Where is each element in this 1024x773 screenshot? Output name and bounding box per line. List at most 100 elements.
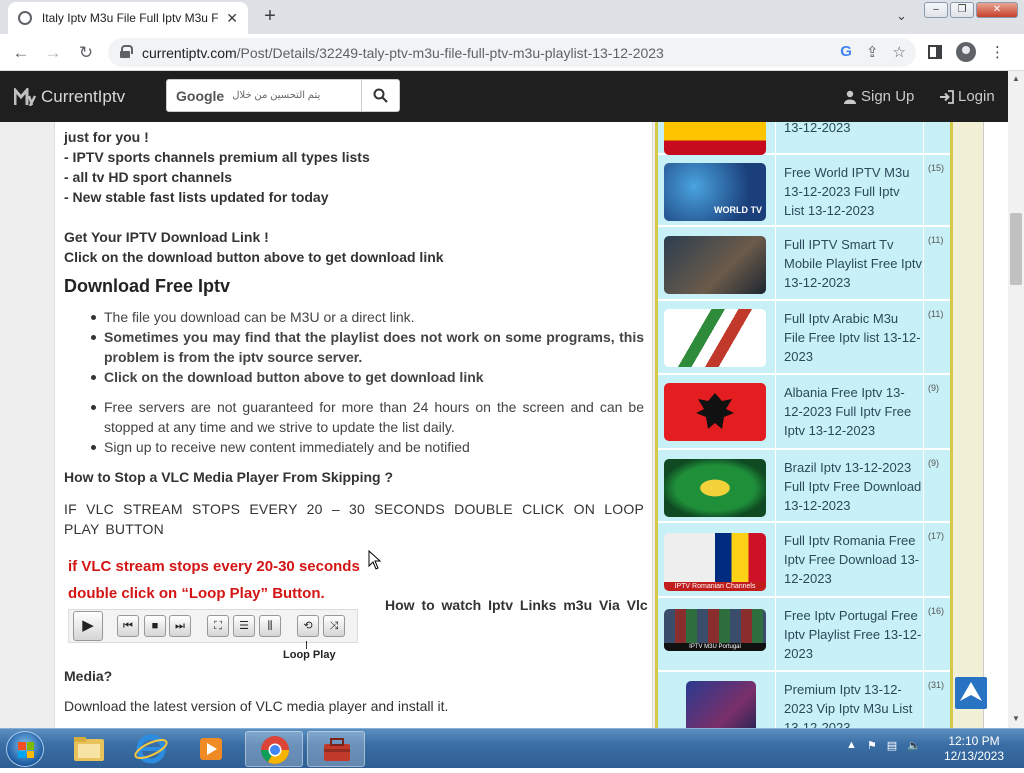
sidebar-item[interactable]: Premium Iptv 13-12-2023 Vip Iptv M3u Lis… [658,674,950,728]
new-tab-button[interactable]: + [258,5,282,28]
signup-link[interactable]: Sign Up [843,88,914,105]
url-path: /Post/Details/32249-taly-ptv-m3u-file-fu… [236,45,664,61]
search-input[interactable]: Google يتم التحسين من خلال [166,79,362,112]
mouse-cursor-icon [368,550,382,570]
scrollbar-thumb[interactable] [1010,213,1022,285]
show-hidden-icons-icon[interactable]: ▲ [846,739,857,752]
browser-toolbar: ← → ↻ currentiptv.com/Post/Details/32249… [0,34,1024,71]
premium-tv-thumbnail[interactable] [686,681,756,728]
site-header: CurrentIptv Google يتم التحسين من خلال S… [0,71,1008,122]
file-explorer-button[interactable] [60,731,118,767]
list-item: Sign up to receive new content immediate… [91,437,644,457]
side-panel-icon[interactable] [928,45,942,59]
sidebar-item-title[interactable]: 13-12-2023 [784,122,922,137]
sidebar-item-title[interactable]: Premium Iptv 13-12-2023 Vip Iptv M3u Lis… [784,680,922,728]
address-bar[interactable]: currentiptv.com/Post/Details/32249-taly-… [108,38,916,67]
folder-icon [74,737,104,761]
clock-date: 12/13/2023 [943,749,1005,763]
previous-icon: ⏮ [117,615,139,637]
toolbox-app-button[interactable] [307,731,365,767]
system-tray: ▲ ⚑ ▤ 🔈 [846,739,921,752]
sidebar-item[interactable]: WORLD TV Free World IPTV M3u 13-12-2023 … [658,157,950,227]
tab-close-icon[interactable]: ✕ [226,10,238,27]
sidebar-item[interactable]: IPTV Romanian Channels Full Iptv Romania… [658,525,950,598]
omnibox-actions: G ⇪ ☆ [840,43,906,61]
taskbar: ▲ ⚑ ▤ 🔈 12:10 PM 12/13/2023 [0,728,1024,768]
spain-thumbnail[interactable] [664,122,766,155]
reload-icon[interactable]: ↻ [74,41,98,65]
clock-time: 12:10 PM [948,734,1000,748]
share-icon[interactable]: ⇪ [866,43,879,61]
playlist-icon: ☰ [233,615,255,637]
search-button[interactable] [362,79,400,112]
brazil-thumbnail[interactable] [664,459,766,517]
action-center-icon[interactable]: ⚑ [867,739,877,752]
bookmark-star-icon[interactable]: ☆ [893,43,906,61]
menu-kebab-icon[interactable]: ⋮ [990,43,1005,61]
logo-icon [14,88,37,106]
sidebar-item[interactable]: 13-12-2023 [658,122,950,155]
smart-tv-thumbnail[interactable] [664,236,766,294]
albania-flag-thumbnail[interactable] [664,383,766,441]
volume-icon[interactable]: 🔈 [907,739,921,752]
section-heading: Download Free Iptv [64,276,231,296]
close-window-button[interactable]: ✕ [976,2,1018,18]
sidebar-item-title[interactable]: Brazil Iptv 13-12-2023 Full Iptv Free Do… [784,458,922,515]
browser-tab[interactable]: Italy Iptv M3u File Full Iptv M3u F ✕ [8,2,248,34]
list-item: Click on the download button above to ge… [91,367,644,387]
internet-explorer-button[interactable] [122,731,180,767]
sidebar-item[interactable]: IPTV M3U Portugal Free Iptv Portugal Fre… [658,600,950,672]
world-tv-thumbnail[interactable]: WORLD TV [664,163,766,221]
related-posts-sidebar: 13-12-2023 WORLD TV Free World IPTV M3u … [655,122,953,728]
sidebar-item[interactable]: Full Iptv Arabic M3u File Free Iptv list… [658,303,950,375]
toolbox-icon [324,738,350,761]
fullscreen-icon: ⛶ [207,615,229,637]
chevron-down-icon[interactable]: ⌄ [896,8,907,24]
download-vlc-text: Download the latest version of VLC media… [64,698,449,714]
restore-button[interactable]: ❐ [950,2,974,18]
romania-thumbnail[interactable]: IPTV Romanian Channels [664,533,766,591]
url-text[interactable]: currentiptv.com/Post/Details/32249-taly-… [142,45,664,61]
back-to-top-button[interactable] [955,677,987,709]
scroll-down-icon[interactable]: ▼ [1012,714,1020,723]
sidebar-item-title[interactable]: Free Iptv Portugal Free Iptv Playlist Fr… [784,606,922,663]
sidebar-item-title[interactable]: Full Iptv Romania Free Iptv Free Downloa… [784,531,922,588]
pointer-line [306,641,307,649]
scroll-up-icon[interactable]: ▲ [1012,74,1020,83]
article-content: just for you ! - IPTV sports channels pr… [54,122,653,728]
eagle-icon [696,393,734,429]
next-icon: ⏭ [169,615,191,637]
back-arrow-icon[interactable]: ← [9,41,33,65]
list-item: Free servers are not guaranteed for more… [91,399,644,435]
lock-icon[interactable] [120,45,133,58]
sidebar-item-title[interactable]: Free World IPTV M3u 13-12-2023 Full Iptv… [784,163,922,220]
sidebar-item-title[interactable]: Full IPTV Smart Tv Mobile Playlist Free … [784,235,922,292]
sidebar-item[interactable]: Full IPTV Smart Tv Mobile Playlist Free … [658,229,950,301]
sidebar-item-title[interactable]: Full Iptv Arabic M3u File Free Iptv list… [784,309,922,366]
media-player-button[interactable] [182,731,240,767]
start-button[interactable] [6,731,44,767]
site-logo[interactable]: CurrentIptv [14,87,125,107]
sidebar-item[interactable]: Albania Free Iptv 13-12-2023 Full Iptv F… [658,377,950,450]
sidebar-item-title[interactable]: Albania Free Iptv 13-12-2023 Full Iptv F… [784,383,922,440]
network-icon[interactable]: ▤ [887,739,897,752]
sidebar-item[interactable]: Brazil Iptv 13-12-2023 Full Iptv Free Do… [658,452,950,523]
page-scrollbar[interactable]: ▲ ▼ [1008,71,1024,728]
login-link[interactable]: Login [939,88,995,105]
minimize-button[interactable]: – [924,2,948,18]
forward-arrow-icon[interactable]: → [41,41,65,65]
vlc-loop-play-image: if VLC stream stops every 20-30 seconds … [65,553,387,668]
vlc-question: How to Stop a VLC Media Player From Skip… [64,469,394,485]
arabic-flags-map-thumbnail[interactable] [664,309,766,367]
system-clock[interactable]: 12:10 PM 12/13/2023 [935,734,1013,764]
chrome-button[interactable] [245,731,303,767]
shuffle-icon: ⤨ [323,615,345,637]
article-line: - all tv HD sport channels [64,169,233,185]
profile-avatar-icon[interactable] [956,42,976,62]
page-margin-inner [983,122,1008,728]
media-player-icon [200,738,222,760]
thumbnail-caption: IPTV M3U Portugal [664,643,766,651]
google-lens-icon[interactable]: G [840,43,852,61]
arrow-up-icon [960,682,982,701]
portugal-channels-thumbnail[interactable]: IPTV M3U Portugal [664,609,766,651]
